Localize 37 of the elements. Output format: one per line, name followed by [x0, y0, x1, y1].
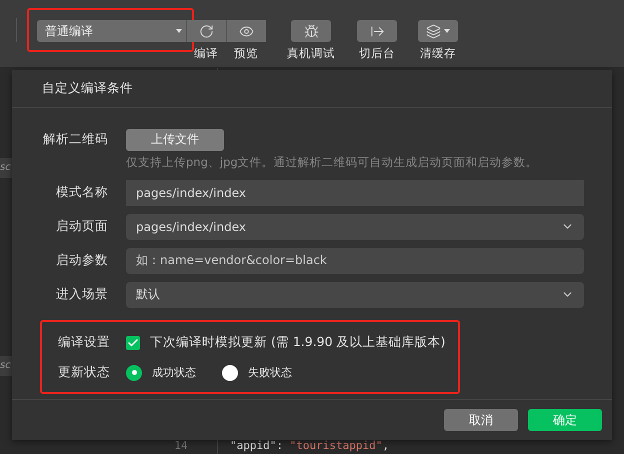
radio-option[interactable]: 失败状态: [222, 364, 292, 380]
field-label: 解析二维码: [42, 130, 108, 148]
field-label: 编译设置: [57, 334, 110, 351]
code-line: "appid": "touristappid",: [230, 439, 390, 452]
caret-icon: [444, 29, 450, 33]
bug-icon: [304, 24, 318, 38]
field-label: 进入场景: [55, 286, 108, 303]
toolbar-button[interactable]: [186, 20, 226, 42]
toolbar-label: 预览: [234, 46, 258, 61]
field-label: 启动参数: [55, 252, 108, 269]
toolbar-button[interactable]: [418, 20, 458, 42]
layers-icon: [426, 24, 441, 38]
upload-button[interactable]: 上传文件: [126, 128, 224, 150]
caret-icon: [176, 29, 182, 33]
field-label: 更新状态: [57, 364, 110, 381]
cancel-button[interactable]: 取消: [444, 409, 518, 431]
refresh-icon: [199, 24, 214, 38]
select-field[interactable]: 默认: [126, 282, 584, 308]
toolbar-label: 真机调试: [287, 46, 335, 61]
line-number: 14: [174, 439, 188, 452]
check-icon: [127, 336, 139, 348]
radio-option[interactable]: 成功状态: [126, 364, 196, 380]
toolbar-label: 清缓存: [420, 46, 456, 61]
input-field[interactable]: pages/index/index: [126, 180, 584, 206]
toolbar-button[interactable]: [291, 20, 331, 42]
hint-text: 仅支持上传png、jpg文件。通过解析二维码可自动生成启动页面和启动参数。: [126, 154, 539, 170]
checkbox[interactable]: 下次编译时模拟更新 (需 1.9.90 及以上基础库版本): [126, 334, 458, 351]
toolbar-label: 切后台: [359, 46, 395, 61]
eye-icon: [239, 24, 254, 38]
input-field[interactable]: 如：name=vendor&color=black: [126, 248, 584, 274]
toolbar-button[interactable]: [226, 20, 266, 42]
select-field[interactable]: pages/index/index: [126, 214, 584, 240]
field-label: 模式名称: [55, 184, 108, 201]
field-label: 启动页面: [55, 218, 108, 235]
toolbar-label: 编译: [194, 46, 218, 61]
toolbar-button[interactable]: [357, 20, 397, 42]
dialog-title: 自定义编译条件: [12, 70, 612, 108]
